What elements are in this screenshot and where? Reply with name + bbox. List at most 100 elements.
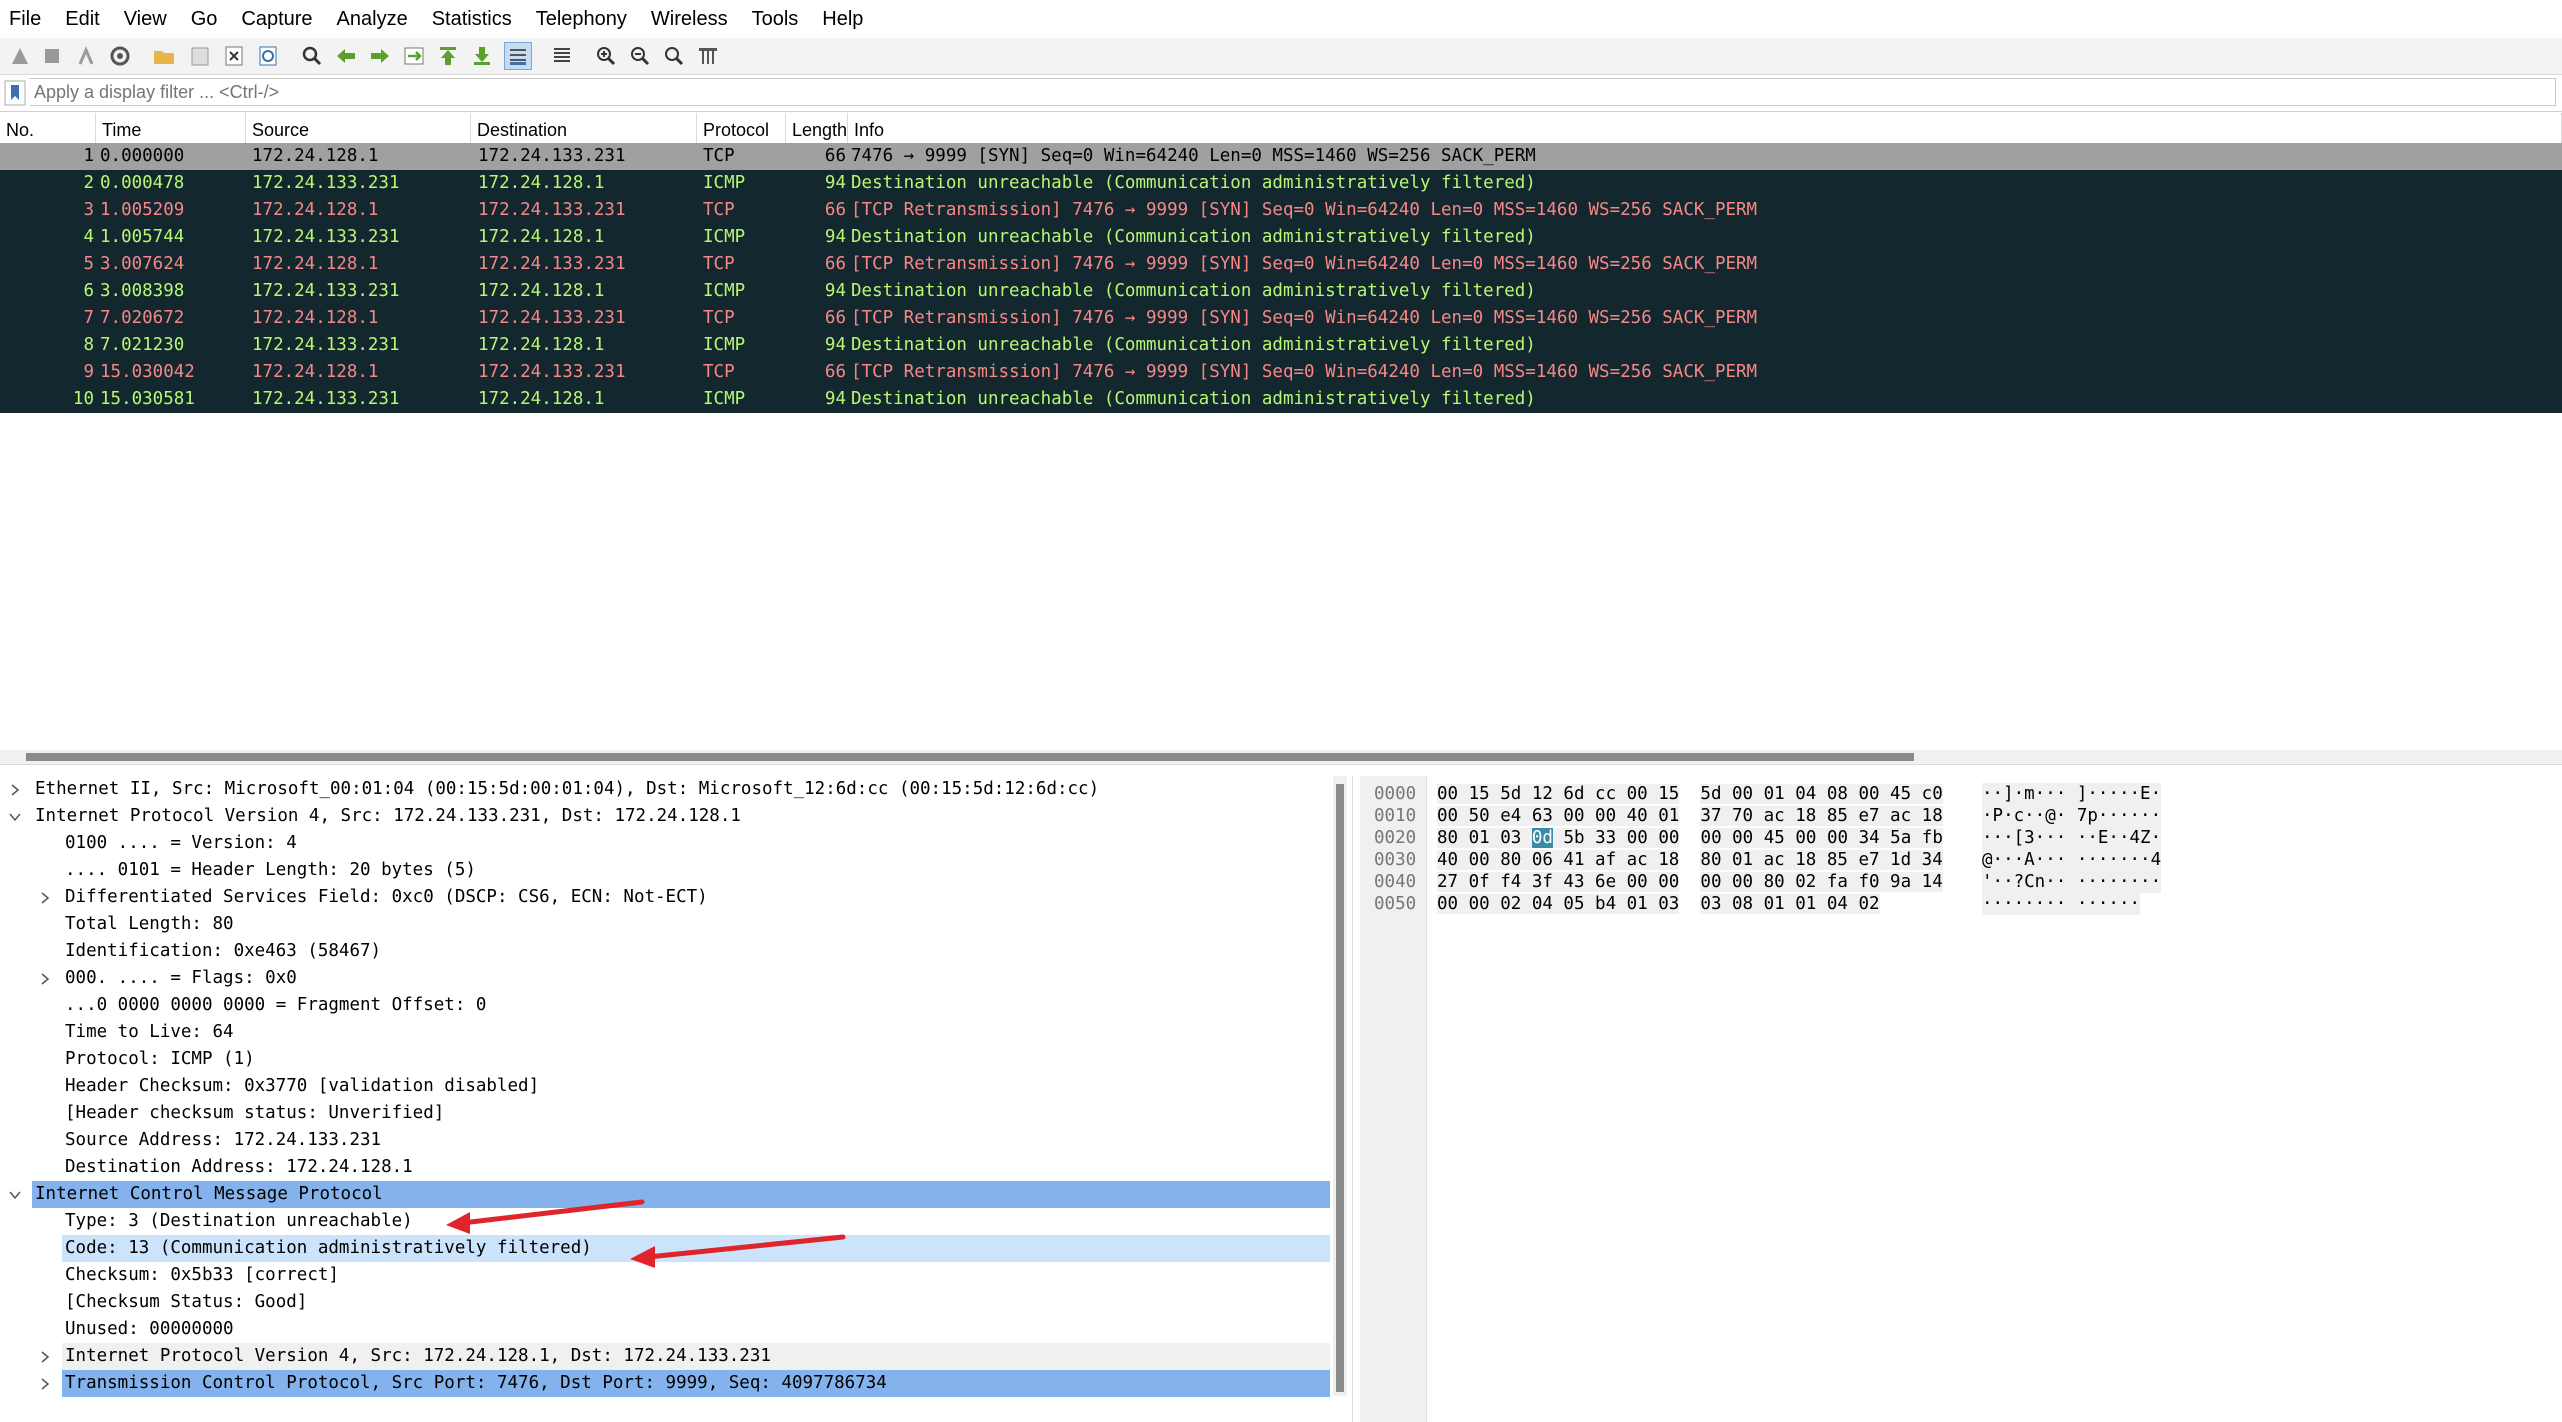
reload-file-icon[interactable] (254, 42, 282, 70)
stop-capture-icon[interactable] (38, 42, 66, 70)
hex-line[interactable]: 40 00 80 06 41 af ac 18 80 01 ac 18 85 e… (1437, 849, 1943, 871)
ascii-line[interactable]: ········ ······ (1982, 893, 2141, 915)
restart-capture-icon[interactable] (72, 42, 100, 70)
menu-telephony[interactable]: Telephony (524, 0, 639, 38)
hex-line[interactable]: 00 00 02 04 05 b4 01 03 03 08 01 01 04 0… (1437, 893, 1880, 915)
packet-row[interactable]: 8 7.021230 172.24.133.231 172.24.128.1 ICMP 9… (0, 332, 2562, 359)
detail-tree-item[interactable]: Checksum: 0x5b33 [correct] (0, 1262, 1330, 1289)
ascii-line[interactable]: @···A··· ·······4 (1982, 849, 2162, 871)
detail-tree-item[interactable]: Type: 3 (Destination unreachable) (0, 1208, 1330, 1235)
go-back-icon[interactable] (332, 42, 360, 70)
go-forward-icon[interactable] (366, 42, 394, 70)
detail-tree-item[interactable]: [Header checksum status: Unverified] (0, 1100, 1330, 1127)
ascii-line[interactable]: '··?Cn·· ········ (1982, 871, 2162, 893)
detail-tree-item[interactable]: Destination Address: 172.24.128.1 (0, 1154, 1330, 1181)
hex-line[interactable]: 80 01 03 0d 5b 33 00 00 00 00 45 00 00 3… (1437, 827, 1943, 849)
chevron-right-icon[interactable] (36, 1343, 54, 1370)
open-file-icon[interactable] (150, 42, 178, 70)
column-header-info[interactable]: Info (848, 113, 2562, 143)
detail-tree-item[interactable]: Protocol: ICMP (1) (0, 1046, 1330, 1073)
menu-help[interactable]: Help (810, 0, 875, 38)
detail-tree-item[interactable]: Identification: 0xe463 (58467) (0, 938, 1330, 965)
detail-tree-item[interactable]: Internet Control Message Protocol (9, 1181, 1330, 1208)
column-header-destination[interactable]: Destination (471, 113, 697, 143)
menu-tools[interactable]: Tools (740, 0, 811, 38)
close-file-icon[interactable] (220, 42, 248, 70)
chevron-right-icon[interactable] (36, 1370, 54, 1397)
first-packet-icon[interactable] (434, 42, 462, 70)
detail-tree-item[interactable]: Unused: 00000000 (0, 1316, 1330, 1343)
hex-line[interactable]: 00 50 e4 63 00 00 40 01 37 70 ac 18 85 e… (1437, 805, 1943, 827)
packet-row[interactable]: 9 15.030042 172.24.128.1 172.24.133.231 TCP 6… (0, 359, 2562, 386)
column-header-source[interactable]: Source (246, 113, 471, 143)
packet-row[interactable]: 2 0.000478 172.24.133.231 172.24.128.1 ICMP 9… (0, 170, 2562, 197)
scrollbar-thumb[interactable] (1336, 784, 1344, 1392)
chevron-down-icon[interactable] (6, 1181, 24, 1208)
detail-tree-item[interactable]: Header Checksum: 0x3770 [validation disa… (0, 1073, 1330, 1100)
display-filter-input[interactable] (30, 78, 2556, 106)
ascii-line[interactable]: ·P·c··@· 7p······ (1982, 805, 2162, 827)
menu-file[interactable]: File (0, 0, 53, 38)
hex-line[interactable]: 00 15 5d 12 6d cc 00 15 5d 00 01 04 08 0… (1437, 783, 1943, 805)
menu-edit[interactable]: Edit (53, 0, 111, 38)
menu-view[interactable]: View (112, 0, 179, 38)
go-to-packet-icon[interactable] (400, 42, 428, 70)
detail-tree-item[interactable]: Transmission Control Protocol, Src Port:… (41, 1370, 1330, 1397)
packet-row[interactable]: 7 7.020672 172.24.128.1 172.24.133.231 TCP 66… (0, 305, 2562, 332)
packet-row[interactable]: 1 0.000000 172.24.128.1 172.24.133.231 TCP 66… (0, 143, 2562, 170)
detail-tree-item[interactable]: Internet Protocol Version 4, Src: 172.24… (0, 803, 1330, 830)
details-vscrollbar[interactable] (1333, 776, 1347, 1396)
column-header-time[interactable]: Time (96, 113, 246, 143)
packet-row[interactable]: 5 3.007624 172.24.128.1 172.24.133.231 TCP 66… (0, 251, 2562, 278)
menu-go[interactable]: Go (179, 0, 230, 38)
menu-wireless[interactable]: Wireless (639, 0, 740, 38)
packet-cell-no: 8 (83, 335, 94, 355)
ascii-line[interactable]: ··]·m··· ]·····E· (1982, 783, 2162, 805)
detail-tree-item[interactable]: Source Address: 172.24.133.231 (0, 1127, 1330, 1154)
packet-row[interactable]: 6 3.008398 172.24.133.231 172.24.128.1 ICMP 9… (0, 278, 2562, 305)
menu-capture[interactable]: Capture (229, 0, 324, 38)
packet-row[interactable]: 4 1.005744 172.24.133.231 172.24.128.1 ICMP 9… (0, 224, 2562, 251)
detail-tree-item[interactable]: 000. .... = Flags: 0x0 (0, 965, 1330, 992)
start-capture-icon[interactable] (6, 42, 34, 70)
ascii-line[interactable]: ···[3··· ··E··4Z· (1982, 827, 2162, 849)
hex-line[interactable]: 27 0f f4 3f 43 6e 00 00 00 00 80 02 fa f… (1437, 871, 1943, 893)
find-packet-icon[interactable] (298, 42, 326, 70)
last-packet-icon[interactable] (468, 42, 496, 70)
normal-size-icon[interactable] (660, 42, 688, 70)
colorize-icon[interactable] (548, 42, 576, 70)
resize-columns-icon[interactable] (694, 42, 722, 70)
detail-tree-item[interactable]: Ethernet II, Src: Microsoft_00:01:04 (00… (0, 776, 1330, 803)
packet-list-hscrollbar[interactable] (0, 750, 2562, 764)
detail-tree-item[interactable]: Time to Live: 64 (0, 1019, 1330, 1046)
chevron-right-icon[interactable] (36, 965, 54, 992)
pane-splitter[interactable] (0, 764, 2562, 775)
packet-row[interactable]: 10 15.030581 172.24.133.231 172.24.128.1 ICM… (0, 386, 2562, 413)
detail-tree-item[interactable]: ...0 0000 0000 0000 = Fragment Offset: 0 (0, 992, 1330, 1019)
menu-analyze[interactable]: Analyze (325, 0, 420, 38)
scrollbar-thumb[interactable] (26, 753, 1914, 761)
detail-tree-item[interactable]: .... 0101 = Header Length: 20 bytes (5) (0, 857, 1330, 884)
menu-statistics[interactable]: Statistics (420, 0, 524, 38)
auto-scroll-icon[interactable] (504, 42, 532, 70)
chevron-right-icon[interactable] (6, 776, 24, 803)
detail-tree-item[interactable]: Differentiated Services Field: 0xc0 (DSC… (0, 884, 1330, 911)
bookmark-icon[interactable] (4, 80, 26, 106)
packet-row[interactable]: 3 1.005209 172.24.128.1 172.24.133.231 TCP 66… (0, 197, 2562, 224)
chevron-right-icon[interactable] (36, 884, 54, 911)
detail-tree-item[interactable]: 0100 .... = Version: 4 (0, 830, 1330, 857)
detail-tree-label: Source Address: 172.24.133.231 (65, 1130, 382, 1150)
save-file-icon[interactable] (186, 42, 214, 70)
capture-options-icon[interactable] (106, 42, 134, 70)
column-header-length[interactable]: Length (786, 113, 848, 143)
detail-tree-item[interactable]: [Checksum Status: Good] (0, 1289, 1330, 1316)
highlighted-byte[interactable]: 0d (1531, 828, 1553, 848)
chevron-down-icon[interactable] (6, 803, 24, 830)
detail-tree-item[interactable]: Total Length: 80 (0, 911, 1330, 938)
column-header-no[interactable]: No. (0, 113, 96, 143)
zoom-in-icon[interactable] (592, 42, 620, 70)
detail-tree-item[interactable]: Internet Protocol Version 4, Src: 172.24… (41, 1343, 1330, 1370)
detail-tree-item[interactable]: Code: 13 (Communication administratively… (62, 1235, 1330, 1262)
column-header-protocol[interactable]: Protocol (697, 113, 786, 143)
zoom-out-icon[interactable] (626, 42, 654, 70)
